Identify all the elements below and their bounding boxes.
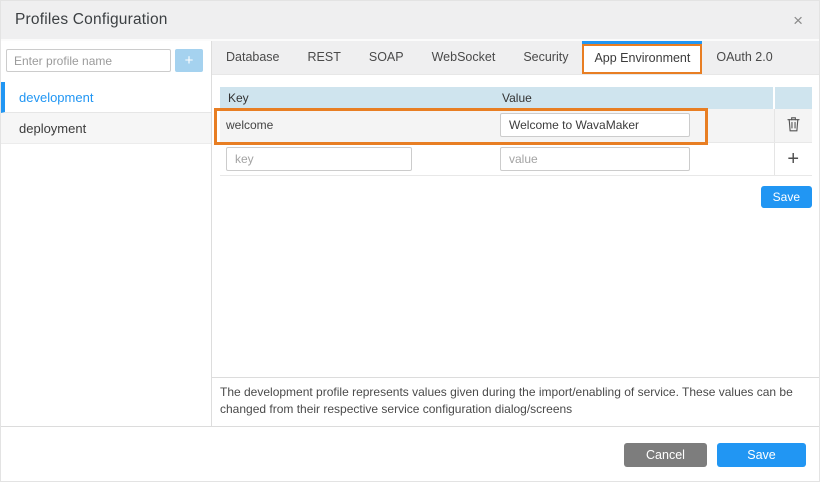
column-header-key: Key <box>220 87 494 109</box>
trash-icon <box>786 116 801 132</box>
key-value-table: Key Value welcome <box>220 87 812 176</box>
dialog-header: Profiles Configuration × <box>1 1 819 41</box>
tab-app-environment[interactable]: App Environment <box>582 41 702 74</box>
app-environment-panel: Key Value welcome <box>212 75 819 377</box>
new-value-input[interactable] <box>500 147 690 171</box>
save-button[interactable]: Save <box>717 443 806 467</box>
close-icon[interactable]: × <box>793 12 803 29</box>
add-profile-button[interactable]: + <box>175 49 203 72</box>
page-title: Profiles Configuration <box>15 11 168 29</box>
profiles-sidebar: + development deployment <box>1 41 212 426</box>
cancel-button[interactable]: Cancel <box>624 443 707 467</box>
column-header-value: Value <box>494 87 774 109</box>
tab-oauth[interactable]: OAuth 2.0 <box>702 41 786 74</box>
key-cell: welcome <box>220 109 494 142</box>
column-header-actions <box>774 87 812 109</box>
table-header-row: Key Value <box>220 87 812 109</box>
service-tabs: Database REST SOAP WebSocket Security Ap… <box>212 41 819 75</box>
sidebar-item-deployment[interactable]: deployment <box>1 113 211 144</box>
profile-item-label: development <box>19 90 93 105</box>
profile-description: The development profile represents value… <box>212 377 819 426</box>
tab-security[interactable]: Security <box>509 41 582 74</box>
dialog-footer: Cancel Save <box>1 426 819 482</box>
profile-name-input[interactable] <box>6 49 171 72</box>
table-row: welcome <box>220 109 812 142</box>
new-entry-row: + <box>220 142 812 175</box>
profile-add-row: + <box>1 41 211 80</box>
tab-soap[interactable]: SOAP <box>355 41 418 74</box>
profile-list: development deployment <box>1 82 211 144</box>
add-row-button[interactable]: + <box>787 149 799 169</box>
tab-rest[interactable]: REST <box>294 41 355 74</box>
table-save-button[interactable]: Save <box>761 186 812 208</box>
tab-websocket[interactable]: WebSocket <box>418 41 510 74</box>
delete-row-button[interactable] <box>786 116 801 132</box>
profile-item-label: deployment <box>19 121 86 136</box>
tab-database[interactable]: Database <box>212 41 294 74</box>
profile-content: Database REST SOAP WebSocket Security Ap… <box>212 41 819 426</box>
value-input[interactable] <box>500 113 690 137</box>
profiles-configuration-dialog: Profiles Configuration × + development d… <box>0 0 820 482</box>
sidebar-item-development[interactable]: development <box>1 82 211 113</box>
new-key-input[interactable] <box>226 147 412 171</box>
